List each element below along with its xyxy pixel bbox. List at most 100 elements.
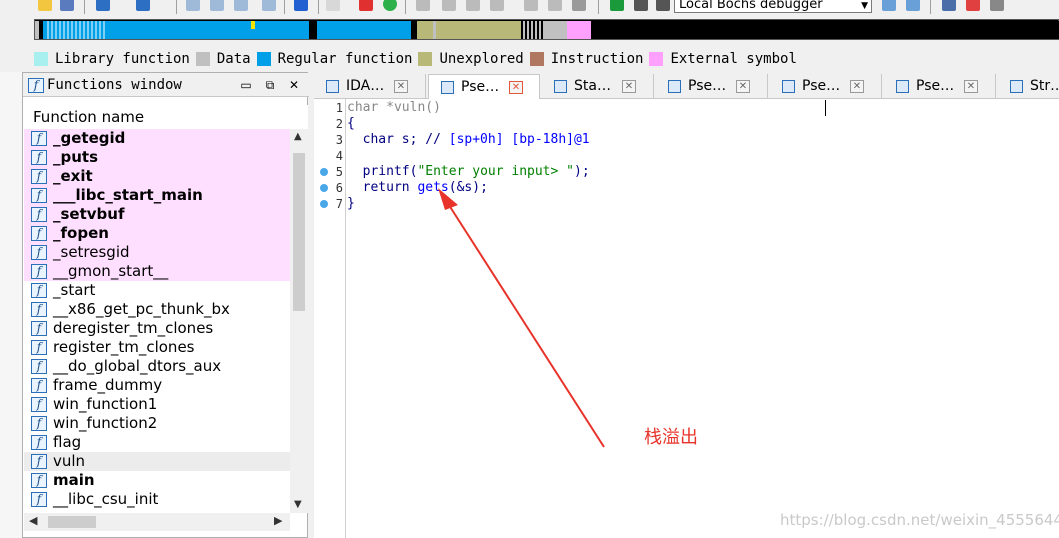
horizontal-scrollbar[interactable]: ◀ ▶ (24, 513, 290, 531)
close-button[interactable]: ✕ (285, 76, 303, 94)
code-line-6[interactable]: return gets(&s); (347, 180, 488, 196)
tab-close-icon[interactable]: ✕ (394, 80, 408, 93)
function-list-item[interactable]: f win_function1 (24, 395, 290, 414)
code-line-3[interactable]: char s; // [sp+0h] [bp-18h]@1 (347, 132, 590, 148)
tab-bar: IDA… ✕ Pse… ✕ Sta… ✕ Pse… ✕ Pse… ✕ Pse… ✕ Str… (314, 73, 1059, 100)
binary-icon[interactable] (210, 0, 224, 11)
line-number: 2 (335, 117, 343, 131)
float-button[interactable]: ⧉ (261, 76, 279, 94)
function-list-item[interactable]: f ___libc_start_main (24, 186, 290, 205)
navigation-band[interactable] (34, 19, 1059, 40)
scrollbar-thumb[interactable] (293, 153, 305, 311)
background-graph-edge (0, 72, 22, 538)
function-list-item[interactable]: f _getegid (24, 129, 290, 148)
close-x-icon[interactable] (572, 0, 586, 11)
code-icon[interactable] (416, 0, 430, 11)
function-name: _getegid (53, 129, 126, 147)
tab-0[interactable]: IDA… ✕ (314, 74, 426, 99)
tab-close-icon[interactable]: ✕ (736, 80, 750, 93)
breakpoint-dot-icon[interactable] (320, 200, 328, 208)
run-green-icon[interactable] (383, 0, 397, 11)
tab-3[interactable]: Pse… ✕ (656, 74, 768, 99)
function-name: _start (53, 281, 96, 299)
function-list-item[interactable]: f _setvbuf (24, 205, 290, 224)
attach-icon[interactable] (882, 0, 896, 11)
function-list-item[interactable]: f flag (24, 433, 290, 452)
function-list-item[interactable]: f register_tm_clones (24, 338, 290, 357)
tab-4[interactable]: Pse… ✕ (770, 74, 882, 99)
graph-icon[interactable] (942, 0, 956, 11)
options-icon[interactable] (966, 0, 980, 11)
tab-6[interactable]: Str… (998, 74, 1059, 99)
align-icon[interactable] (466, 0, 480, 11)
function-name: deregister_tm_clones (53, 319, 214, 337)
function-list-item[interactable]: f main (24, 471, 290, 490)
function-list-item[interactable]: f _puts (24, 148, 290, 167)
tab-5[interactable]: Pse… ✕ (884, 74, 996, 99)
detach-icon[interactable] (906, 0, 920, 11)
vertical-scrollbar[interactable]: ▲ ▼ (290, 129, 308, 513)
legend-label: Instruction (550, 51, 644, 67)
code-line-2[interactable]: { (347, 116, 355, 132)
tab-close-icon[interactable]: ✕ (964, 80, 978, 93)
scroll-right-icon[interactable]: ▶ (274, 514, 282, 527)
scroll-down-icon[interactable]: ▼ (294, 499, 302, 510)
warning-icon[interactable] (359, 0, 373, 11)
function-icon: f (31, 435, 47, 450)
data-icon[interactable] (442, 0, 456, 11)
minimize-button[interactable]: ▭ (237, 76, 255, 94)
function-list-item[interactable]: f _setresgid (24, 243, 290, 262)
debugger-select[interactable]: Local Bochs debugger ▼ (674, 0, 872, 13)
script-icon[interactable] (326, 0, 340, 11)
function-icon: f (31, 340, 47, 355)
tab-close-icon[interactable]: ✕ (622, 80, 636, 93)
tab-close-icon[interactable]: ✕ (509, 81, 523, 94)
exit-icon[interactable] (990, 0, 1004, 11)
open-icon[interactable] (38, 0, 52, 11)
tools-icon[interactable] (524, 0, 538, 11)
function-name: _setvbuf (53, 205, 125, 223)
pseudocode-view[interactable]: 1 2 3 4 5 6 7 char *vuln() { char s; // [sp+0h… (314, 99, 1059, 538)
column-header-function-name[interactable]: Function name (24, 105, 308, 129)
tab-label: Pse… (802, 78, 841, 94)
binary-alt-icon[interactable] (234, 0, 248, 11)
code-line-1[interactable]: char *vuln() (347, 100, 441, 116)
function-list-item[interactable]: f win_function2 (24, 414, 290, 433)
code-line-7[interactable]: } (347, 196, 355, 212)
play-icon[interactable] (610, 0, 624, 11)
image-icon[interactable] (548, 0, 562, 11)
struct-icon[interactable] (262, 0, 276, 11)
scroll-left-icon[interactable]: ◀ (29, 514, 37, 527)
scrollbar-thumb[interactable] (48, 516, 96, 528)
scroll-up-icon[interactable]: ▲ (294, 131, 302, 142)
function-list-item[interactable]: f _exit (24, 167, 290, 186)
function-list-item[interactable]: f _fopen (24, 224, 290, 243)
functions-window: f Functions window ▭ ⧉ ✕ Function name f… (22, 72, 309, 538)
tab-1[interactable]: Pse… ✕ (428, 74, 540, 100)
xref-icon[interactable] (490, 0, 504, 11)
function-list-item[interactable]: f _start (24, 281, 290, 300)
function-list-item[interactable]: f __do_global_dtors_aux (24, 357, 290, 376)
down-arrow-icon[interactable] (294, 0, 308, 11)
tab-close-icon[interactable]: ✕ (850, 80, 864, 93)
forward-arrow-icon[interactable] (136, 0, 150, 11)
function-list-item[interactable]: f __x86_get_pc_thunk_bx (24, 300, 290, 319)
back-arrow-icon[interactable] (96, 0, 110, 11)
save-icon[interactable] (60, 0, 74, 11)
function-list-item[interactable]: f vuln (24, 452, 290, 471)
function-list-item[interactable]: f __gmon_start__ (24, 262, 290, 281)
segment-icon[interactable] (186, 0, 200, 11)
code-line-5[interactable]: printf("Enter your input> "); (347, 164, 590, 180)
breakpoint-dot-icon[interactable] (320, 168, 328, 176)
code-line-6-gets[interactable]: gets (417, 180, 448, 195)
function-list-item[interactable]: f deregister_tm_clones (24, 319, 290, 338)
function-list-item[interactable]: f __libc_csu_init (24, 490, 290, 509)
breakpoint-dot-icon[interactable] (320, 184, 328, 192)
tab-2[interactable]: Sta… ✕ (542, 74, 654, 99)
code-line-6-end: (&s); (448, 180, 488, 195)
line-gutter: 1 2 3 4 5 6 7 (314, 99, 346, 538)
functions-window-titlebar[interactable]: f Functions window ▭ ⧉ ✕ (23, 73, 309, 97)
stop-icon[interactable] (656, 0, 670, 11)
pause-icon[interactable] (634, 0, 648, 11)
function-list-item[interactable]: f frame_dummy (24, 376, 290, 395)
